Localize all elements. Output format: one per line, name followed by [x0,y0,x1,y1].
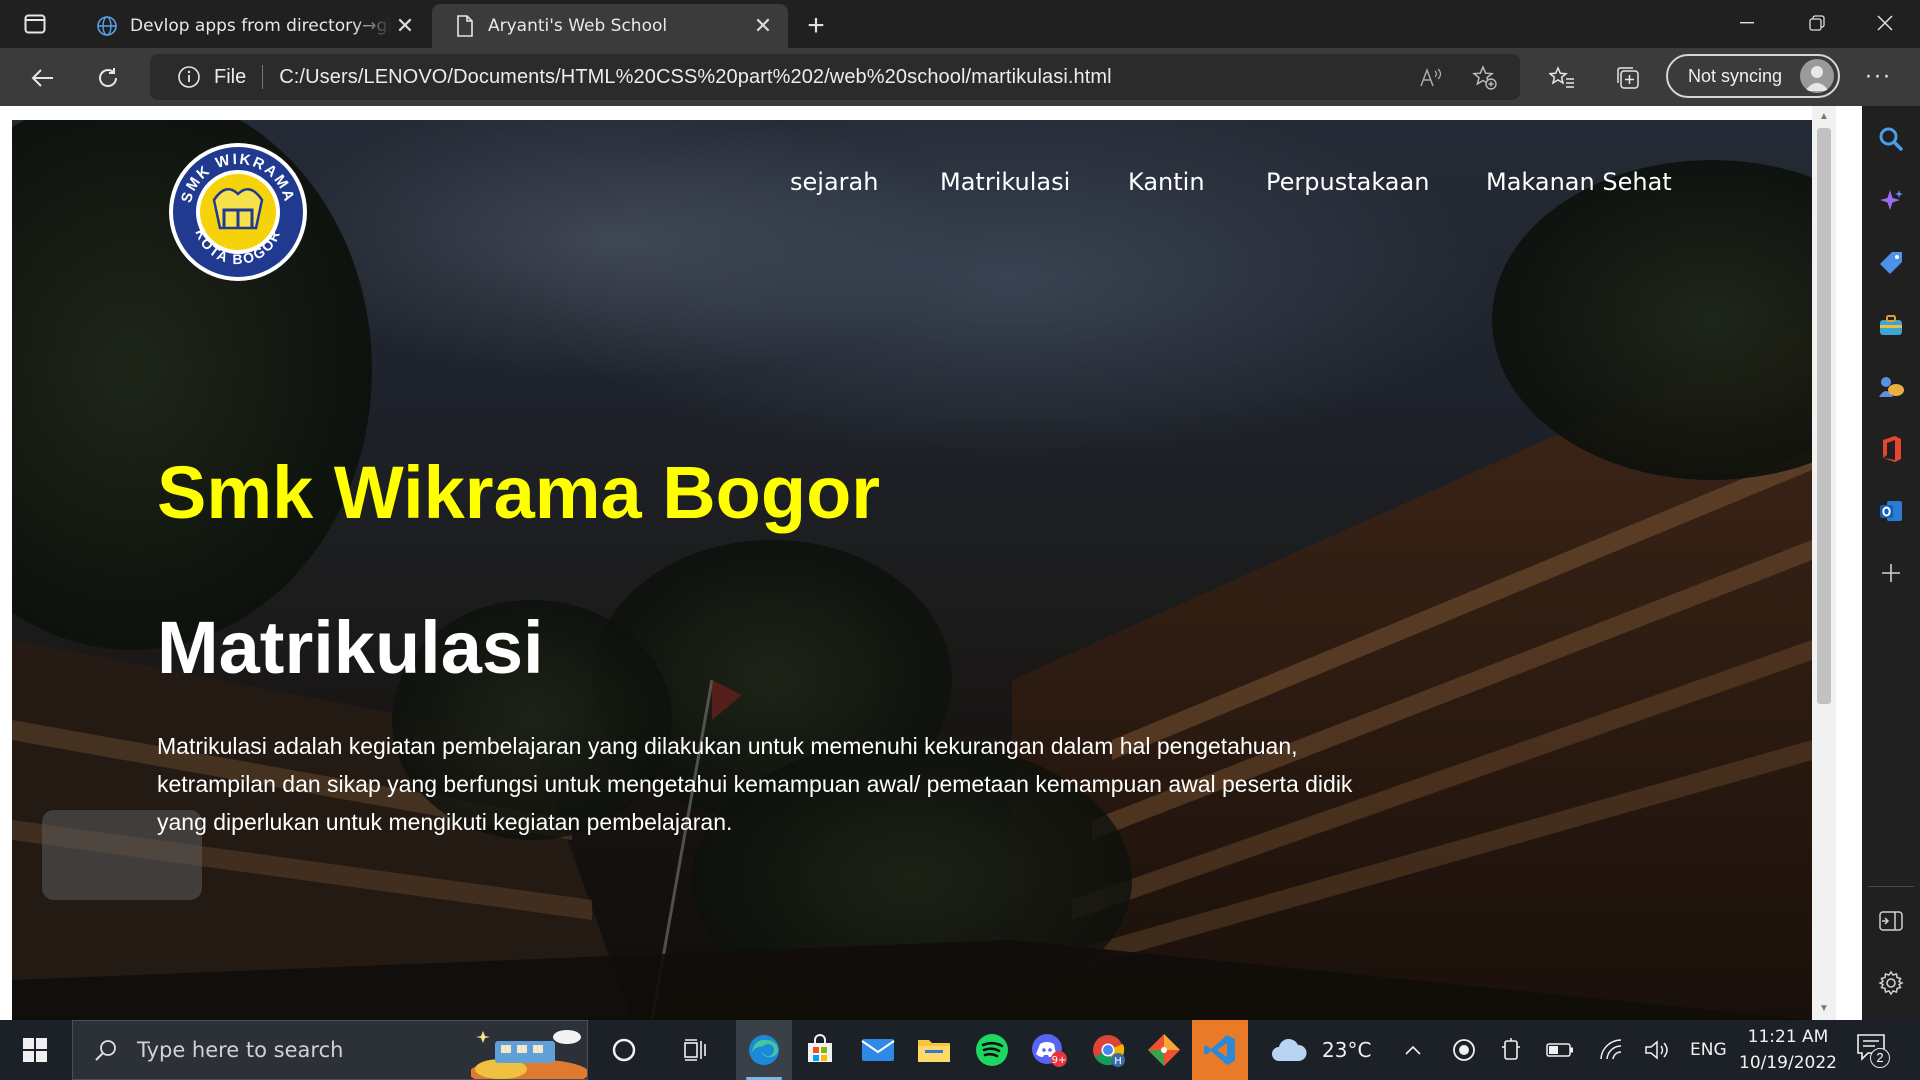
nav-link-kantin[interactable]: Kantin [1128,168,1205,196]
globe-icon [96,15,118,37]
address-bar[interactable]: File C:/Users/LENOVO/Documents/HTML%20CS… [150,54,1520,100]
school-title: Smk Wikrama Bogor [157,451,881,534]
profile-sync-button[interactable]: Not syncing [1666,54,1840,98]
discord-badge: 9+ [1052,1055,1067,1066]
description-paragraph: Matrikulasi adalah kegiatan pembelajaran… [157,733,1353,835]
add-icon[interactable] [1876,558,1906,588]
page-icon [454,15,476,37]
tab-web-school[interactable]: Aryanti's Web School ✕ [432,4,788,48]
windows-start-icon[interactable] [14,1030,56,1070]
url-text[interactable]: C:/Users/LENOVO/Documents/HTML%20CSS%20p… [279,66,1111,89]
games-icon[interactable] [1876,372,1906,402]
chrome-icon[interactable]: H [1080,1020,1136,1080]
tools-icon[interactable] [1876,310,1906,340]
clock-time: 11:21 AM [1747,1027,1829,1047]
notification-count-badge: 2 [1870,1048,1890,1068]
store-icon[interactable] [792,1020,848,1080]
search-placeholder: Type here to search [137,1038,344,1062]
new-tab-icon[interactable]: + [798,8,834,44]
notifications-button[interactable]: 2 [1856,1032,1892,1068]
scrollbar-thumb[interactable] [1817,128,1831,704]
clock[interactable]: 11:21 AM 10/19/2022 [1738,1024,1838,1076]
divider [1868,886,1914,887]
browser-toolbar: File C:/Users/LENOVO/Documents/HTML%20CS… [0,48,1920,106]
weather-temperature: 23°C [1322,1038,1372,1062]
windows-taskbar: Type here to search 9+ H 23°C ENG 11:21 … [0,1020,1920,1080]
school-logo: SMK WIKRAMA KOTA BOGOR [169,143,307,281]
restore-icon[interactable] [1782,0,1852,46]
task-view-icon[interactable] [668,1020,724,1080]
nav-link-sejarah[interactable]: sejarah [790,168,878,196]
minimize-icon[interactable] [1712,0,1782,46]
record-icon[interactable] [1452,1020,1476,1080]
mail-icon[interactable] [850,1020,906,1080]
avatar [1800,59,1834,93]
vscode-icon[interactable] [1192,1020,1248,1080]
collections-icon[interactable] [1608,58,1648,98]
info-icon[interactable] [176,64,202,90]
edge-sidebar [1862,106,1920,1020]
language-indicator[interactable]: ENG [1690,1020,1727,1080]
back-icon[interactable] [22,58,62,98]
separator [262,65,264,89]
cortana-icon[interactable] [596,1020,652,1080]
nav-link-matrikulasi[interactable]: Matrikulasi [940,168,1070,196]
add-favorite-icon[interactable] [1470,63,1500,93]
wifi-icon[interactable] [1598,1020,1624,1080]
copilot-sparkle-icon[interactable] [1876,186,1906,216]
close-window-icon[interactable] [1850,0,1920,46]
settings-gear-icon[interactable] [1876,968,1906,998]
show-hidden-icons[interactable] [1404,1020,1422,1080]
volume-icon[interactable] [1644,1020,1670,1080]
nav-link-perpustakaan[interactable]: Perpustakaan [1266,168,1429,196]
shopping-tag-icon[interactable] [1876,248,1906,278]
clock-date: 10/19/2022 [1739,1053,1837,1073]
web-page: SMK WIKRAMA KOTA BOGOR sejarah Matrikula… [12,120,1812,1020]
tab-title: Aryanti's Web School [488,16,668,36]
hide-sidebar-icon[interactable] [1876,906,1906,936]
outlook-icon[interactable] [1876,496,1906,526]
refresh-icon[interactable] [88,58,128,98]
chevron-up-icon [1405,1045,1421,1055]
git-icon[interactable] [1136,1020,1192,1080]
nav-link-makanan-sehat[interactable]: Makanan Sehat [1486,168,1672,196]
battery-icon[interactable] [1546,1020,1574,1080]
search-icon [93,1037,119,1063]
scroll-down-icon[interactable]: ▼ [1818,1004,1830,1014]
scroll-up-icon[interactable]: ▲ [1818,112,1830,122]
search-icon[interactable] [1876,124,1906,154]
page-scrollbar[interactable]: ▲ ▼ [1812,106,1836,1020]
device-icon[interactable] [1500,1020,1522,1080]
tab-github[interactable]: Devlop apps from directory→github ✕ [74,4,430,48]
url-scheme: File [214,65,247,88]
tab-actions-icon[interactable] [18,10,52,38]
svg-text:H: H [1114,1056,1122,1067]
read-aloud-icon[interactable] [1416,63,1446,93]
browser-title-bar: Devlop apps from directory→github ✕ Arya… [0,0,1920,48]
taskbar-search-input[interactable]: Type here to search [72,1020,588,1080]
sync-label: Not syncing [1688,65,1783,86]
tab-title: Devlop apps from directory→github [130,16,392,36]
close-icon[interactable]: ✕ [392,13,418,39]
cloud-icon [1272,1038,1307,1061]
search-highlight-illustration [471,1030,587,1079]
favorites-icon[interactable] [1542,58,1582,98]
weather-widget[interactable]: 23°C [1270,1020,1371,1080]
edge-icon[interactable] [736,1020,792,1080]
spotify-icon[interactable] [964,1020,1020,1080]
close-icon[interactable]: ✕ [750,13,776,39]
file-explorer-icon[interactable] [906,1020,962,1080]
discord-icon[interactable]: 9+ [1022,1020,1078,1080]
more-menu-icon[interactable]: ··· [1858,62,1898,94]
office-icon[interactable] [1876,434,1906,464]
page-heading: Matrikulasi [157,606,544,689]
site-navigation: sejarah Matrikulasi Kantin Perpustakaan … [12,168,1812,208]
